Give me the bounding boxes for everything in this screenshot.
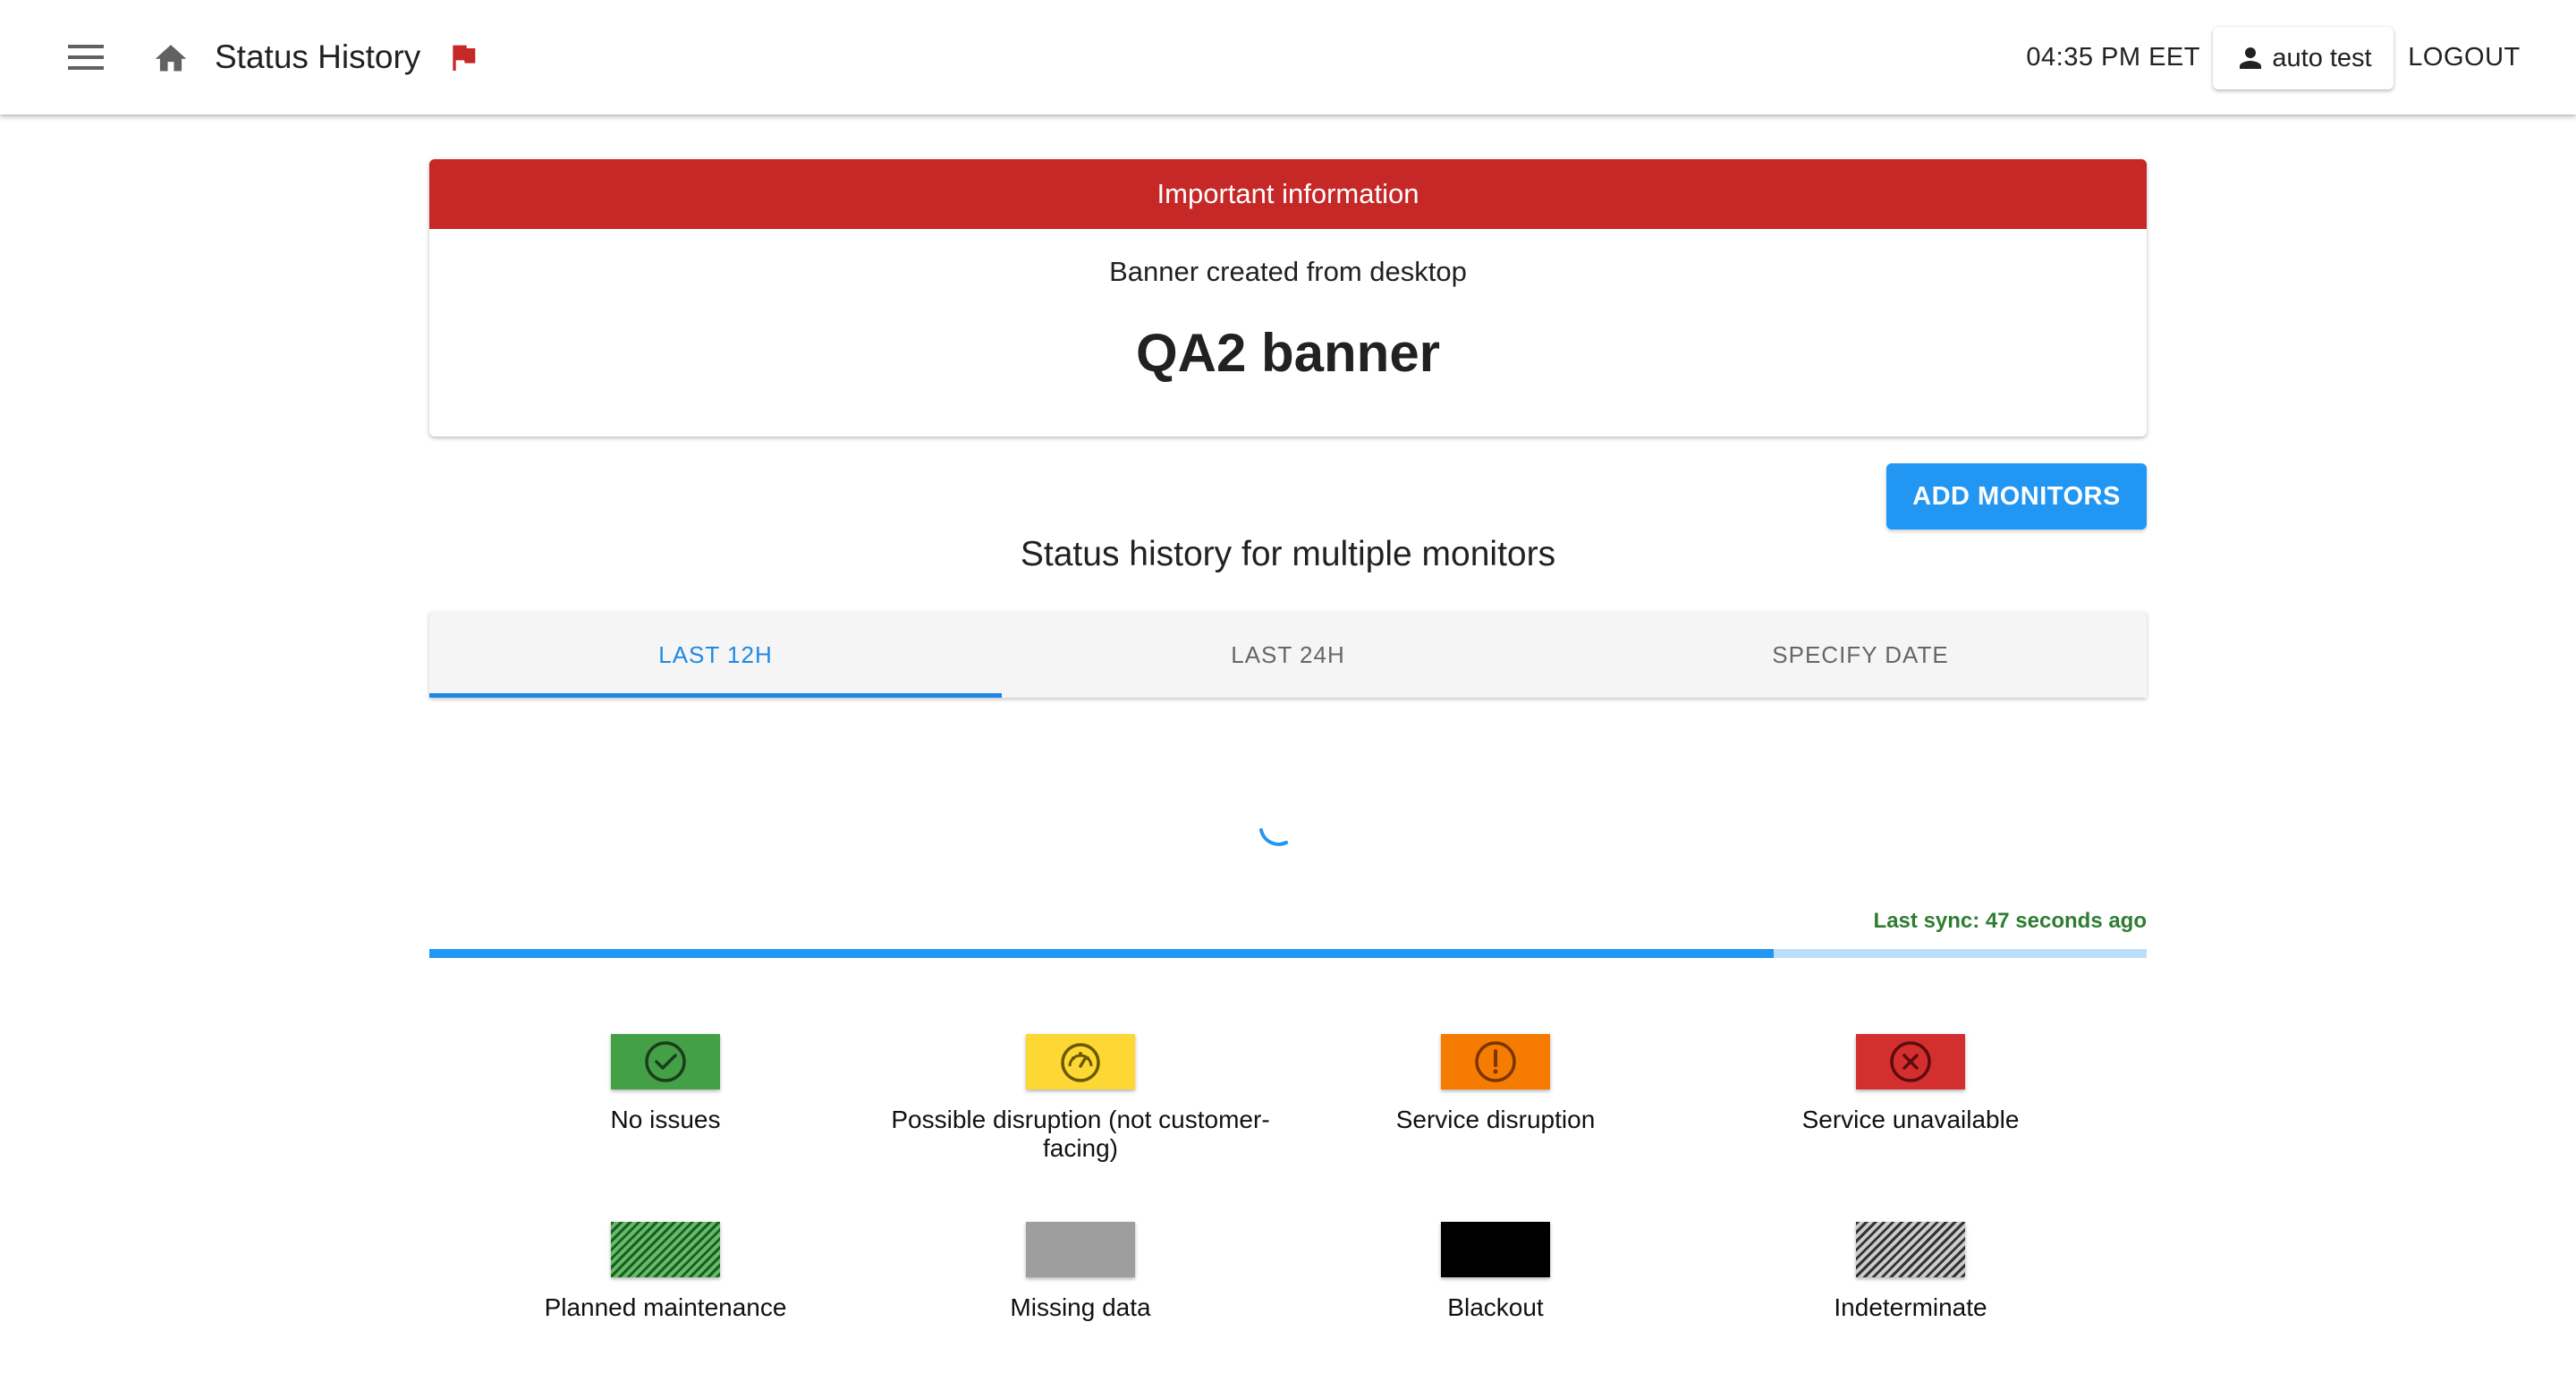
home-button[interactable] <box>143 30 199 84</box>
legend-label: Indeterminate <box>1834 1293 1987 1321</box>
x-circle-icon <box>1890 1041 1931 1082</box>
legend-label: Blackout <box>1447 1293 1544 1321</box>
legend-swatch-planned-maintenance <box>611 1222 720 1277</box>
last-sync-text: Last sync: 47 seconds ago <box>1873 909 2147 933</box>
home-icon <box>155 45 187 72</box>
banner-subtitle: Banner created from desktop <box>1109 256 1467 287</box>
legend-item: Planned maintenance <box>458 1222 873 1322</box>
legend-item: No issues <box>458 1034 873 1134</box>
legend-label: Planned maintenance <box>544 1293 787 1321</box>
legend-swatch-no-issues <box>611 1034 720 1089</box>
loading-spinner-icon <box>1259 828 1288 846</box>
clock: 04:35 PM EET <box>2026 43 2200 72</box>
legend-swatch-possible-disruption <box>1026 1034 1135 1089</box>
legend-item: Service unavailable <box>1703 1034 2118 1134</box>
exclamation-circle-icon <box>1475 1041 1516 1082</box>
user-menu-button[interactable]: auto test <box>2213 27 2394 89</box>
legend-swatch-blackout <box>1441 1222 1550 1277</box>
legend-swatch-indeterminate <box>1856 1222 1965 1277</box>
legend-label: Service unavailable <box>1801 1106 2020 1133</box>
tab-last-12h[interactable]: LAST 12H <box>429 612 1002 698</box>
legend-label: Service disruption <box>1395 1106 1596 1133</box>
person-icon <box>2240 47 2262 69</box>
app-bar: Status History 04:35 PM EET auto test LO… <box>0 0 2576 114</box>
speedometer-icon <box>1061 1043 1100 1082</box>
legend-label: No issues <box>610 1106 721 1133</box>
tab-last-24h[interactable]: LAST 24H <box>1002 612 1574 698</box>
sync-progress-fill <box>429 949 1775 958</box>
legend-swatch-missing-data <box>1026 1222 1135 1277</box>
legend-item: Possible disruption (not customer-facing… <box>873 1034 1288 1163</box>
legend-label: Possible disruption (not customer-facing… <box>891 1106 1270 1162</box>
logout-button[interactable]: LOGOUT <box>2406 34 2522 81</box>
info-banner: Important information Banner created fro… <box>429 159 2147 436</box>
tab-specify-date[interactable]: SPECIFY DATE <box>1574 612 2147 698</box>
legend-label: Missing data <box>1010 1293 1151 1321</box>
legend-swatch-service-disruption <box>1441 1034 1550 1089</box>
banner-header: Important information <box>429 159 2147 229</box>
user-name: auto test <box>2272 43 2372 72</box>
time-range-tabs: LAST 12H LAST 24H SPECIFY DATE <box>429 612 2147 698</box>
legend-item: Indeterminate <box>1703 1222 2118 1322</box>
section-title: Status history for multiple monitors <box>1020 535 1556 573</box>
check-circle-icon <box>645 1041 686 1082</box>
legend-swatch-service-unavailable <box>1856 1034 1965 1089</box>
menu-button[interactable] <box>54 30 118 84</box>
sync-progress-bar <box>429 949 2147 958</box>
flag-icon[interactable] <box>445 39 481 75</box>
legend-item: Service disruption <box>1288 1034 1703 1134</box>
legend-item: Missing data <box>873 1222 1288 1322</box>
add-monitors-button[interactable]: ADD MONITORS <box>1886 463 2147 530</box>
banner-title: QA2 banner <box>1135 323 1441 383</box>
page-title: Status History <box>215 38 421 75</box>
legend-item: Blackout <box>1288 1222 1703 1322</box>
menu-icon <box>68 45 104 70</box>
